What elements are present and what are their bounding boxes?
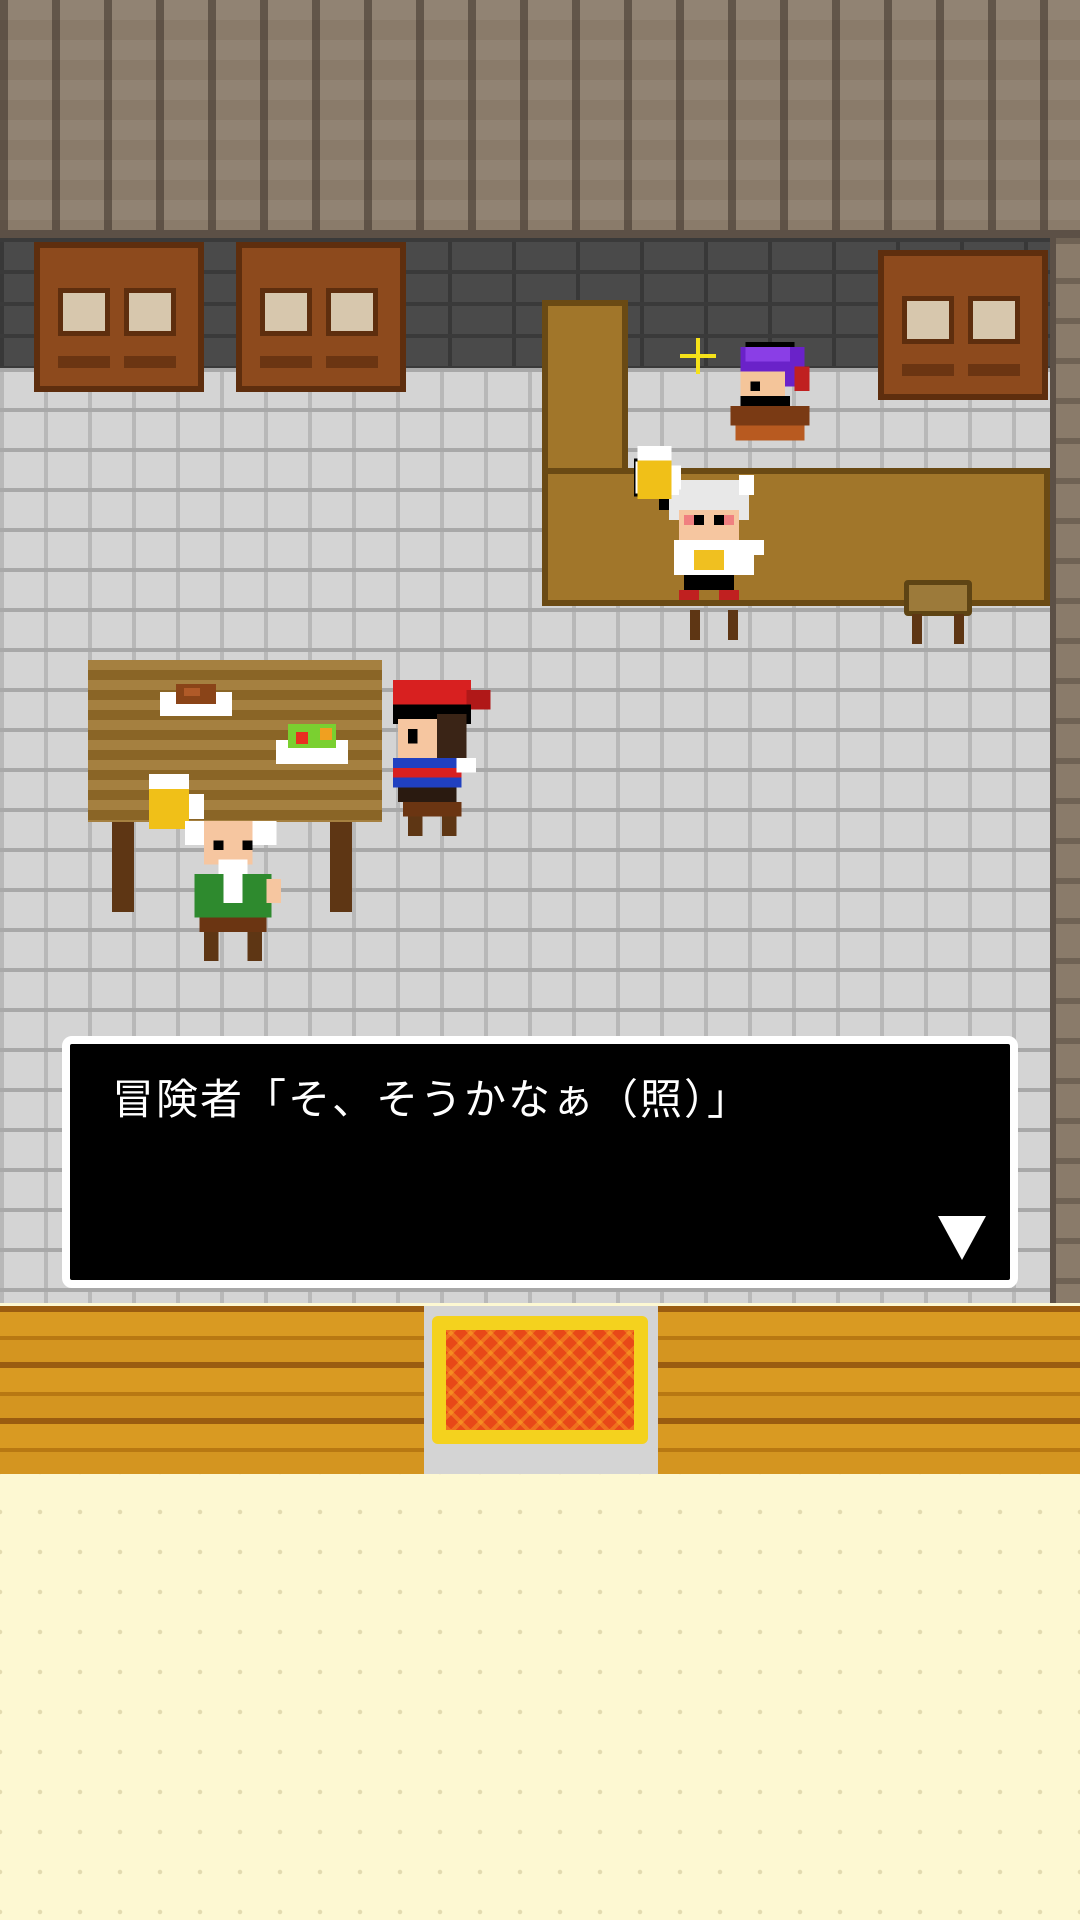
- old-man-character: [184, 821, 282, 961]
- triangle-down-icon[interactable]: [938, 1216, 986, 1260]
- right-wall: [1050, 238, 1080, 1303]
- wood-bar-right: [658, 1306, 1080, 1474]
- cupboard-right: [878, 250, 1048, 400]
- stool: [904, 580, 972, 650]
- table-leg: [112, 822, 134, 912]
- salad-plate-icon: [276, 724, 348, 764]
- rug-pattern: [446, 1330, 634, 1430]
- table-leg: [330, 822, 352, 912]
- beer-mug-icon: [637, 446, 682, 500]
- bottom-panel: [0, 1474, 1080, 1920]
- dialog-box[interactable]: 冒険者「そ、そうかなぁ（照）」: [62, 1036, 1018, 1288]
- sparkle-icon: [680, 338, 716, 374]
- cupboard-middle: [236, 242, 406, 392]
- entrance-rug[interactable]: [432, 1316, 648, 1444]
- red-bandana-adventurer: [393, 680, 491, 836]
- brick-wall: [0, 0, 1080, 238]
- bar-counter-horizontal: [542, 468, 1050, 606]
- wood-bar-left: [0, 1306, 424, 1474]
- cupboard-left: [34, 242, 204, 392]
- meat-plate-icon: [160, 684, 232, 716]
- dialog-text: 冒険者「そ、そうかなぁ（照）」: [112, 1075, 752, 1124]
